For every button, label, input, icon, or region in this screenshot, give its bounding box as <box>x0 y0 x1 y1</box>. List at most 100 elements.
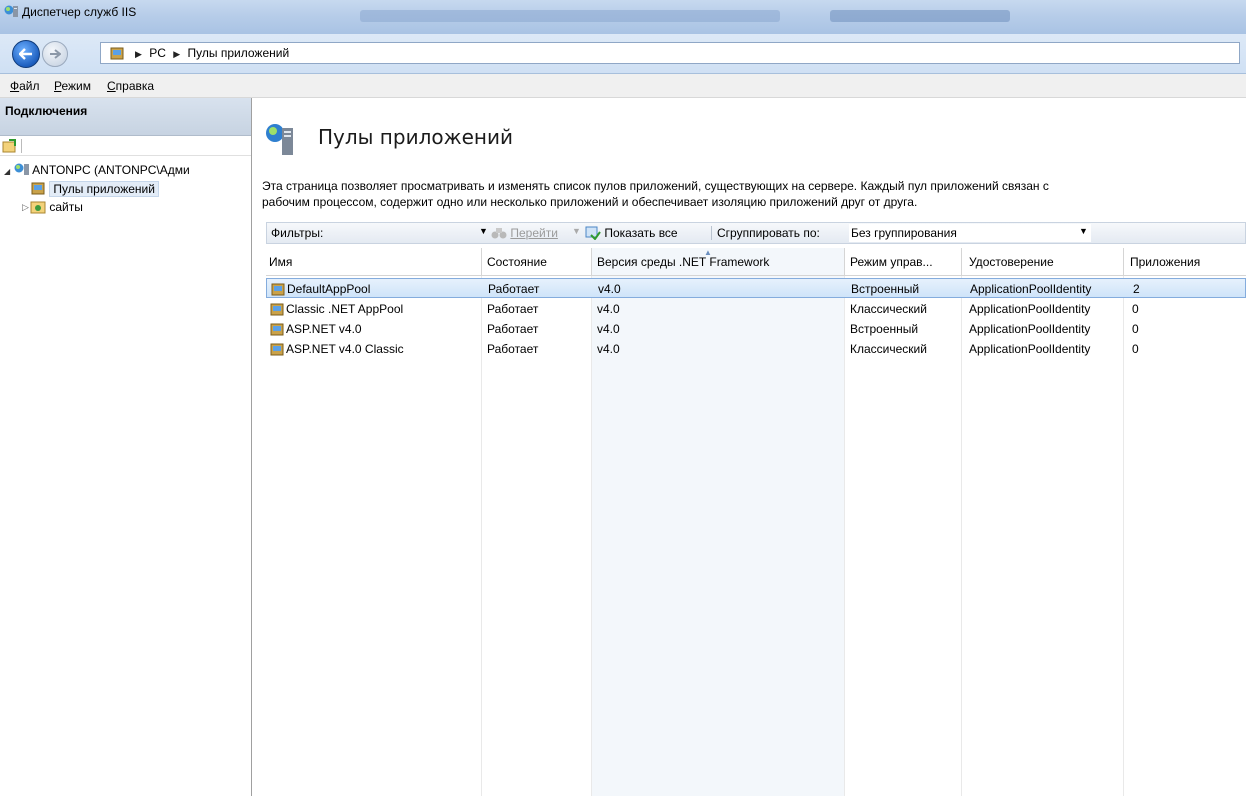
app-pool-icon <box>110 47 124 60</box>
content-pane: Пулы приложений Эта страница позволяет п… <box>260 98 1246 796</box>
toolbar-divider <box>711 226 712 240</box>
back-button[interactable] <box>12 40 40 68</box>
breadcrumb-app-pools[interactable]: Пулы приложений <box>188 46 290 60</box>
address-field[interactable]: ▶ PC ▶ Пулы приложений <box>100 42 1240 64</box>
menu-file[interactable]: Файл <box>10 79 40 93</box>
binoculars-icon <box>491 228 507 239</box>
pool-version: v4.0 <box>597 342 620 356</box>
tree-expanded-icon: ◢ <box>4 167 11 176</box>
pool-version: v4.0 <box>597 302 620 316</box>
filter-dropdown-icon[interactable]: ▼ <box>479 226 488 236</box>
pool-mode: Встроенный <box>850 322 919 336</box>
app-pool-icon <box>31 182 45 195</box>
column-resize-handle[interactable] <box>961 248 962 276</box>
pool-identity: ApplicationPoolIdentity <box>969 322 1091 336</box>
address-bar: ▶ PC ▶ Пулы приложений <box>0 34 1246 74</box>
app-pool-icon <box>270 303 284 316</box>
page-description: Эта страница позволяет просматривать и и… <box>262 178 1242 210</box>
arrow-right-icon <box>50 49 61 59</box>
pool-name: DefaultAppPool <box>287 282 371 296</box>
breadcrumb-separator-icon: ▶ <box>173 49 181 59</box>
tree-server-label: ANTONPC (ANTONPC\Адми <box>32 163 190 177</box>
tree-app-pools-label: Пулы приложений <box>49 181 159 197</box>
column-header-version[interactable]: Версия среды .NET Framework <box>597 255 769 269</box>
pool-mode: Классический <box>850 342 927 356</box>
tree-collapsed-icon: ▷ <box>22 202 29 212</box>
background-window-title <box>830 10 1010 22</box>
connections-panel: Подключения ◢ ANTONPC (ANTONPC\Адми Пулы… <box>0 98 252 796</box>
tree-node-sites[interactable]: ▷ сайты <box>22 198 83 216</box>
pool-mode: Встроенный <box>851 282 920 296</box>
page-title: Пулы приложений <box>318 125 513 149</box>
tree-sites-label: сайты <box>49 200 83 214</box>
window-title: Диспетчер служб IIS <box>22 5 137 19</box>
group-by-select[interactable]: Без группирования ▼ <box>849 224 1091 242</box>
breadcrumb-separator-icon: ▶ <box>135 49 142 59</box>
group-by-label: Сгруппировать по: <box>717 226 820 240</box>
column-resize-handle[interactable] <box>591 248 592 276</box>
sort-ascending-icon: ▲ <box>704 248 712 257</box>
column-header-state[interactable]: Состояние <box>487 255 547 269</box>
connections-toolbar <box>0 136 251 156</box>
iis-app-icon <box>4 5 18 17</box>
column-resize-handle[interactable] <box>1123 248 1124 276</box>
pool-state: Работает <box>488 282 540 296</box>
table-row[interactable]: ASP.NET v4.0 Classic Работает v4.0 Класс… <box>266 339 1246 359</box>
arrow-left-icon <box>19 48 32 60</box>
table-row[interactable]: Classic .NET AppPool Работает v4.0 Класс… <box>266 299 1246 319</box>
go-button[interactable]: Перейти <box>491 226 558 240</box>
pool-version: v4.0 <box>598 282 621 296</box>
page-description-line: рабочим процессом, содержит одно или нес… <box>262 195 918 209</box>
menu-bar: Файл Режим Справка <box>0 74 1246 98</box>
pool-name: Classic .NET AppPool <box>286 302 404 316</box>
pool-state: Работает <box>487 342 539 356</box>
menu-help[interactable]: Справка <box>107 79 154 93</box>
filter-input[interactable] <box>341 224 487 242</box>
background-window-title <box>360 10 780 22</box>
pool-state: Работает <box>487 322 539 336</box>
toolbar-divider <box>21 139 22 153</box>
pool-apps: 0 <box>1132 342 1139 356</box>
app-pool-icon <box>271 283 285 296</box>
column-resize-handle[interactable] <box>844 248 845 276</box>
app-pools-table: Имя Состояние Версия среды .NET Framewor… <box>266 248 1246 796</box>
group-by-value: Без группирования <box>851 226 957 240</box>
sites-folder-icon <box>30 201 46 214</box>
column-header-name[interactable]: Имя <box>269 255 292 269</box>
show-all-button[interactable]: Показать все <box>585 226 678 241</box>
breadcrumb-pc[interactable]: PC <box>149 46 166 60</box>
pool-state: Работает <box>487 302 539 316</box>
column-header-identity[interactable]: Удостоверение <box>969 255 1054 269</box>
table-header: Имя Состояние Версия среды .NET Framewor… <box>266 248 1246 276</box>
go-dropdown-icon[interactable]: ▼ <box>572 226 581 236</box>
pool-apps: 2 <box>1133 282 1140 296</box>
tree-node-server[interactable]: ◢ ANTONPC (ANTONPC\Адми <box>4 161 190 179</box>
pool-identity: ApplicationPoolIdentity <box>969 342 1091 356</box>
app-pool-icon <box>270 343 284 356</box>
pool-apps: 0 <box>1132 322 1139 336</box>
pool-apps: 0 <box>1132 302 1139 316</box>
pool-mode: Классический <box>850 302 927 316</box>
chevron-down-icon: ▼ <box>1079 226 1088 236</box>
forward-button[interactable] <box>42 41 68 67</box>
app-pools-page-icon <box>266 124 293 155</box>
filter-bar: Фильтры: ▼ Перейти ▼ Показать все Сгрупп… <box>266 222 1246 244</box>
tree-node-app-pools[interactable]: Пулы приложений <box>30 180 159 198</box>
page-description-line: Эта страница позволяет просматривать и и… <box>262 179 1049 193</box>
pool-version: v4.0 <box>597 322 620 336</box>
table-row[interactable]: DefaultAppPool Работает v4.0 Встроенный … <box>266 278 1246 298</box>
connections-header: Подключения <box>0 98 251 136</box>
show-all-icon <box>585 226 601 241</box>
pool-identity: ApplicationPoolIdentity <box>969 302 1091 316</box>
pool-name: ASP.NET v4.0 <box>286 322 362 336</box>
column-resize-handle[interactable] <box>481 248 482 276</box>
pool-name: ASP.NET v4.0 Classic <box>286 342 404 356</box>
menu-view[interactable]: Режим <box>54 79 91 93</box>
server-icon <box>14 163 29 175</box>
filter-label: Фильтры: <box>271 226 324 240</box>
column-header-apps[interactable]: Приложения <box>1130 255 1200 269</box>
connect-icon[interactable] <box>2 138 18 154</box>
app-pool-icon <box>270 323 284 336</box>
column-header-mode[interactable]: Режим управ... <box>850 255 933 269</box>
table-row[interactable]: ASP.NET v4.0 Работает v4.0 Встроенный Ap… <box>266 319 1246 339</box>
